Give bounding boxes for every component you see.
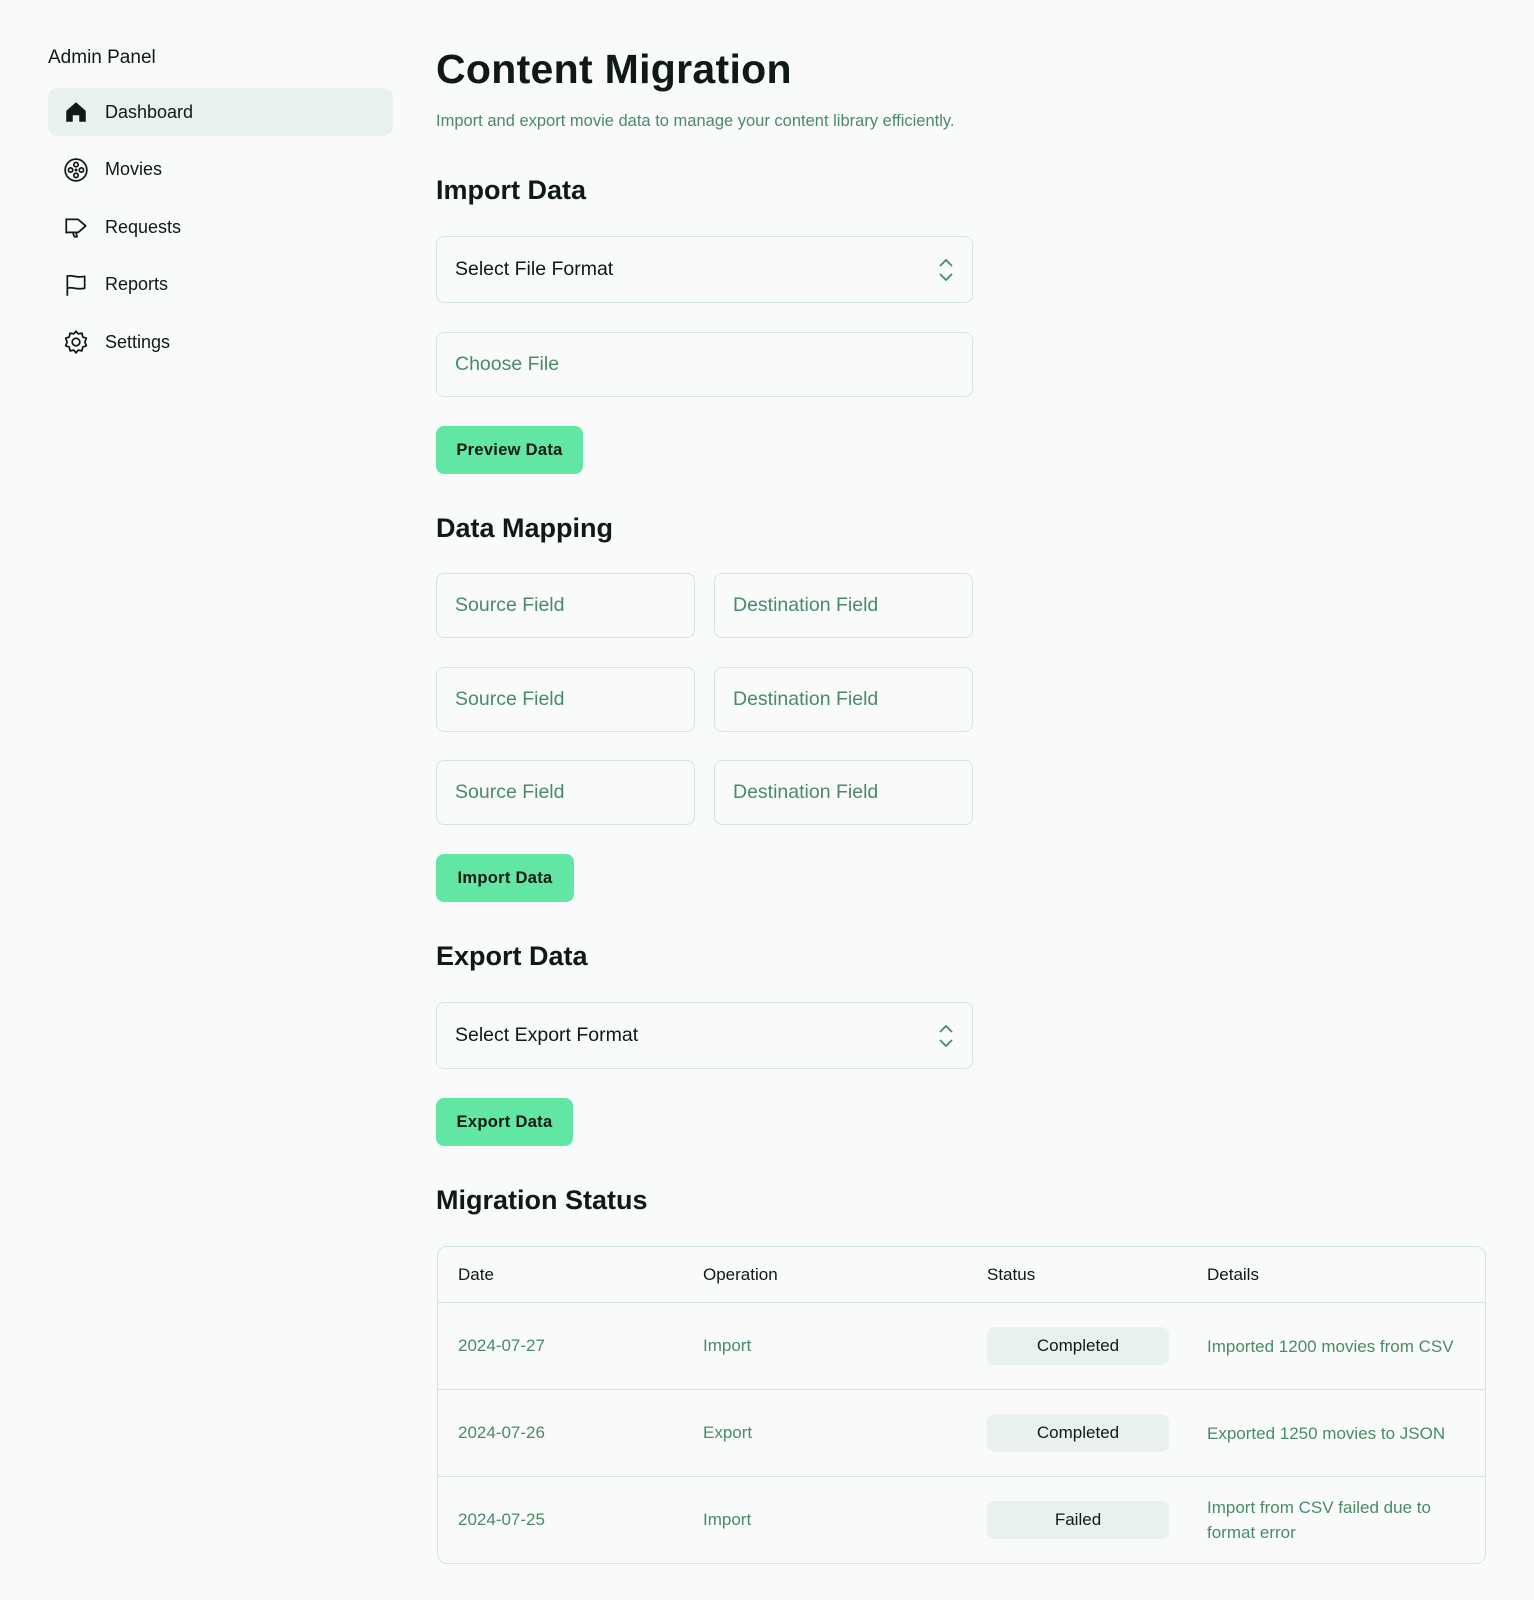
import-section-title: Import Data (436, 175, 587, 205)
column-header-details: Details (1207, 1264, 1259, 1284)
destination-field-input[interactable]: Destination Field (714, 667, 973, 732)
migration-status-table: Date Operation Status Details 2024-07-27… (437, 1246, 1486, 1564)
row-operation: Export (703, 1423, 753, 1442)
status-badge: Completed (987, 1327, 1169, 1365)
sidebar-item-label: Dashboard (105, 101, 194, 122)
choose-file-input[interactable]: Choose File (436, 332, 973, 397)
row-status-cell: Failed (987, 1501, 1207, 1539)
row-date: 2024-07-25 (458, 1510, 545, 1529)
import-data-button[interactable]: Import Data (436, 854, 574, 902)
sidebar-item-label: Movies (105, 159, 163, 179)
destination-field-input[interactable]: Destination Field (714, 760, 973, 825)
row-status-cell: Completed (987, 1414, 1207, 1452)
table-row: 2024-07-27 Import Completed Imported 120… (438, 1303, 1485, 1390)
sidebar-item-label: Requests (105, 216, 182, 237)
row-operation: Import (703, 1510, 752, 1529)
mapping-section-title: Data Mapping (436, 513, 614, 543)
destination-field-input[interactable]: Destination Field (714, 573, 973, 638)
column-header-operation: Operation (703, 1264, 778, 1284)
row-details: Exported 1250 movies to JSON (1207, 1423, 1446, 1443)
page-title: Content Migration (436, 46, 792, 92)
source-field-placeholder: Source Field (455, 781, 565, 803)
file-format-select[interactable]: Select File Format (436, 236, 973, 303)
sidebar-item-label: Settings (105, 331, 171, 352)
row-details: Import from CSV failed due to format err… (1207, 1498, 1431, 1542)
row-date: 2024-07-27 (458, 1336, 545, 1355)
export-section-title: Export Data (436, 941, 588, 971)
chevron-up-down-icon (939, 1024, 953, 1047)
film-reel-icon (62, 156, 90, 184)
row-date: 2024-07-26 (458, 1423, 545, 1442)
app-title: Admin Panel (48, 47, 156, 68)
sidebar-item-movies[interactable]: Movies (48, 146, 393, 194)
export-data-button[interactable]: Export Data (436, 1098, 573, 1146)
row-status-cell: Completed (987, 1327, 1207, 1365)
status-section-title: Migration Status (436, 1185, 648, 1215)
table-row: 2024-07-25 Import Failed Import from CSV… (438, 1477, 1485, 1563)
row-operation: Import (703, 1336, 752, 1355)
file-format-select-value: Select File Format (455, 258, 614, 280)
destination-field-placeholder: Destination Field (733, 594, 879, 616)
sidebar: Admin Panel Dashboard Movies Requests Re… (48, 40, 393, 376)
gear-icon (62, 328, 90, 356)
choose-file-placeholder: Choose File (455, 353, 560, 375)
column-header-date: Date (458, 1264, 494, 1284)
table-header: Date Operation Status Details (438, 1247, 1485, 1303)
destination-field-placeholder: Destination Field (733, 781, 879, 803)
main-content: Content Migration Import and export movi… (436, 40, 1486, 131)
sidebar-item-label: Reports (105, 274, 169, 294)
destination-field-placeholder: Destination Field (733, 688, 879, 710)
sidebar-item-requests[interactable]: Requests (48, 203, 393, 251)
export-format-select[interactable]: Select Export Format (436, 1002, 973, 1069)
home-icon (62, 98, 90, 126)
preview-data-button[interactable]: Preview Data (436, 426, 583, 474)
flag-icon (62, 271, 90, 299)
sidebar-item-reports[interactable]: Reports (48, 261, 393, 309)
source-field-input[interactable]: Source Field (436, 667, 695, 732)
megaphone-icon (62, 213, 90, 241)
table-row: 2024-07-26 Export Completed Exported 125… (438, 1390, 1485, 1477)
source-field-placeholder: Source Field (455, 594, 565, 616)
source-field-placeholder: Source Field (455, 688, 565, 710)
sidebar-item-settings[interactable]: Settings (48, 318, 393, 366)
row-details: Imported 1200 movies from CSV (1207, 1336, 1454, 1356)
column-header-status: Status (987, 1264, 1036, 1284)
export-format-select-value: Select Export Format (455, 1024, 639, 1046)
status-badge: Completed (987, 1414, 1169, 1452)
status-badge: Failed (987, 1501, 1169, 1539)
source-field-input[interactable]: Source Field (436, 573, 695, 638)
sidebar-item-dashboard[interactable]: Dashboard (48, 88, 393, 136)
source-field-input[interactable]: Source Field (436, 760, 695, 825)
chevron-up-down-icon (939, 258, 953, 281)
page-subtitle: Import and export movie data to manage y… (436, 112, 955, 130)
